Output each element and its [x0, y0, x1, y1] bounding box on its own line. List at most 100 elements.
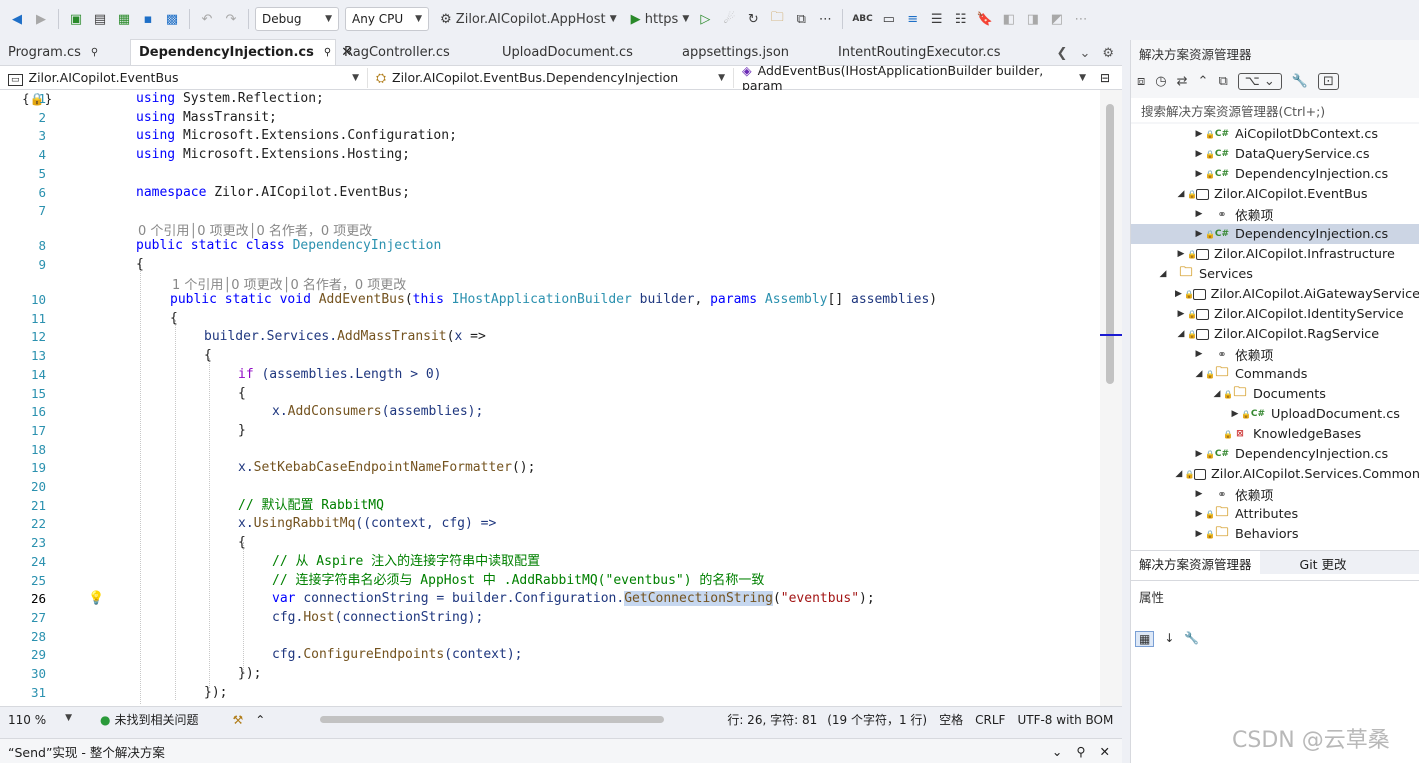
collapse-icon[interactable]: ◢ [1173, 469, 1184, 479]
add-item-icon[interactable]: ▦ [113, 7, 135, 31]
tree-item[interactable]: ◢🔒P Zilor.AICopilot.RagService [1131, 324, 1419, 344]
expand-icon[interactable]: ▶ [1193, 449, 1205, 459]
sync-icon[interactable]: ⇄ [1177, 74, 1188, 89]
prev-bookmark-icon[interactable]: ◧ [998, 7, 1020, 31]
expand-icon[interactable]: ▶ [1193, 129, 1205, 139]
pin-icon[interactable]: ⚲ [91, 47, 98, 58]
expand-icon[interactable]: ▶ [1193, 149, 1205, 159]
filter-icon[interactable]: ⌥ ⌄ [1237, 72, 1282, 90]
collapse-icon[interactable]: ◢ [1157, 269, 1169, 279]
tab-intentrouting[interactable]: IntentRoutingExecutor.cs [830, 39, 1001, 65]
new-file-icon[interactable]: ▤ [89, 7, 111, 31]
expand-icon[interactable]: ▶ [1175, 309, 1187, 319]
outdent-icon[interactable]: ☷ [950, 7, 972, 31]
member-dropdown[interactable]: ◈ AddEventBus(IHostApplicationBuilder bui… [734, 63, 1094, 93]
expand-icon[interactable]: ▶ [1193, 209, 1205, 219]
project-dropdown[interactable]: ▭ Zilor.AICopilot.EventBus ▼ [0, 67, 368, 88]
bookmark-icon[interactable]: 🔖 [974, 7, 996, 31]
tab-list-icon[interactable]: ⌄ [1079, 46, 1090, 61]
comment-icon[interactable]: ▭ [878, 7, 900, 31]
tree-item[interactable]: ◢ 🔒 🗀 Documents [1131, 384, 1419, 404]
collapse-icon[interactable]: ◢ [1193, 369, 1205, 379]
clear-bookmark-icon[interactable]: ◩ [1046, 7, 1068, 31]
type-dropdown[interactable]: ⛭ Zilor.AICopilot.EventBus.DependencyInje… [368, 67, 734, 88]
pin-icon[interactable]: ⚲ [1076, 744, 1085, 759]
expand-icon[interactable]: ▶ [1175, 249, 1187, 259]
save-icon[interactable]: ▪ [137, 7, 159, 31]
pin-icon[interactable]: ⚲ [324, 47, 331, 58]
tree-item[interactable]: ▶ 🔒 C# UploadDocument.cs [1131, 404, 1419, 424]
tab-dependency-injection[interactable]: DependencyInjection.cs ⚲ ✕ [130, 39, 352, 65]
tab-program[interactable]: Program.cs ⚲ [0, 39, 130, 65]
window-icon[interactable]: ⧉ [790, 7, 812, 31]
cleanup-icon[interactable]: ⚒ [233, 713, 244, 727]
tree-item[interactable]: ▶ 🔒 🗀 Attributes [1131, 504, 1419, 524]
startup-project-select[interactable]: ⚙ Zilor.AICopilot.AppHost ▼ [437, 7, 620, 31]
solution-search-input[interactable]: 搜索解决方案资源管理器(Ctrl+;) [1131, 98, 1419, 122]
tree-item[interactable]: ▶🔒P Zilor.AICopilot.AiGatewayService [1131, 284, 1419, 304]
tree-item[interactable]: ▶ 🔒 🗀 Behaviors [1131, 524, 1419, 544]
back-icon[interactable]: ◀ [6, 7, 28, 31]
configuration-select[interactable]: Debug ▼ [255, 7, 339, 31]
tree-item-selected[interactable]: ▶ 🔒 C# DependencyInjection.cs [1131, 224, 1419, 244]
line-ending[interactable]: CRLF [975, 713, 1005, 727]
toolbar-more-icon[interactable]: ⋯ [1070, 7, 1092, 31]
tree-item[interactable]: ▶ ⚭ 依赖项 [1131, 204, 1419, 224]
expand-icon[interactable]: ▶ [1193, 349, 1205, 359]
tree-item[interactable]: ▶ 🔒 C# DataQueryService.cs [1131, 144, 1419, 164]
collapse-all-icon[interactable]: ⌃ [1198, 74, 1209, 89]
tree-item[interactable]: 🔒 ⊠ KnowledgeBases [1131, 424, 1419, 444]
expand-icon[interactable]: ▶ [1193, 489, 1205, 499]
preview-icon[interactable]: ⊡ [1317, 72, 1339, 90]
wrench-icon[interactable]: 🔧 [1292, 74, 1308, 89]
solution-tree[interactable]: ▶ 🔒 C# AiCopilotDbContext.cs ▶ 🔒 C# DataQueryS… [1131, 124, 1419, 586]
issues-label[interactable]: 未找到相关问题 [114, 711, 198, 728]
start-without-debug-icon[interactable]: ▷ [694, 7, 716, 31]
collapse-icon[interactable]: ◢ [1175, 329, 1187, 339]
history-icon[interactable]: ◷ [1155, 74, 1166, 89]
tree-item[interactable]: ▶ ⚭ 依赖项 [1131, 344, 1419, 364]
code-editor[interactable]: {🔒} 1 using System.Reflection; 2 using Mas… [0, 90, 1122, 706]
chevron-up-icon[interactable]: ⌃ [255, 713, 265, 727]
horizontal-scroll-thumb[interactable] [320, 716, 664, 723]
new-project-icon[interactable]: ▣ [65, 7, 87, 31]
whitespace-mode[interactable]: 空格 [939, 711, 963, 728]
next-bookmark-icon[interactable]: ◨ [1022, 7, 1044, 31]
tree-item[interactable]: ▶ 🔒 C# DependencyInjection.cs [1131, 164, 1419, 184]
expand-icon[interactable]: ▶ [1173, 289, 1184, 299]
expand-icon[interactable]: ▶ [1193, 229, 1205, 239]
tab-git-changes[interactable]: Git 更改 [1292, 551, 1355, 575]
tab-ragcontroller[interactable]: RagController.cs [336, 39, 494, 65]
folder-search-icon[interactable]: 🗀 [766, 7, 788, 31]
tree-item[interactable]: ◢🔒P Zilor.AICopilot.Services.Common [1131, 464, 1419, 484]
close-icon[interactable]: ✕ [1100, 744, 1110, 759]
undo-icon[interactable]: ↶ [196, 7, 218, 31]
platform-select[interactable]: Any CPU ▼ [345, 7, 429, 31]
expand-icon[interactable]: ▶ [1193, 529, 1205, 539]
tree-item[interactable]: ▶ 🔒 C# DependencyInjection.cs [1131, 444, 1419, 464]
lightbulb-icon[interactable]: 💡 [88, 590, 104, 609]
tree-item[interactable]: ▶ ⚭ 依赖项 [1131, 484, 1419, 504]
chevron-down-icon[interactable]: ⌄ [1052, 744, 1062, 759]
expand-icon[interactable]: ▶ [1229, 409, 1241, 419]
chevron-left-icon[interactable]: ❮ [1057, 46, 1068, 61]
settings-icon[interactable]: ⚙ [1102, 46, 1114, 61]
tree-item[interactable]: ◢ 🗀 Services [1131, 264, 1419, 284]
tab-solution-explorer[interactable]: 解决方案资源管理器 [1131, 551, 1260, 575]
collapse-icon[interactable]: ◢ [1175, 189, 1187, 199]
refresh-icon[interactable]: ↻ [742, 7, 764, 31]
forward-icon[interactable]: ▶ [30, 7, 52, 31]
split-icon[interactable]: ⊟ [1094, 71, 1116, 85]
solution-icon[interactable]: ⧈ [1137, 74, 1145, 89]
tab-appsettings[interactable]: appsettings.json [674, 39, 830, 65]
cursor-position[interactable]: 行: 26, 字符: 81 [727, 711, 817, 728]
run-button[interactable]: ▶ https ▼ [628, 7, 693, 31]
hot-reload-icon[interactable]: ☄ [718, 7, 740, 31]
spellcheck-icon[interactable]: ABC [849, 7, 875, 31]
tree-item[interactable]: ◢ 🔒 🗀 Commands [1131, 364, 1419, 384]
format-icon[interactable]: ≡ [902, 7, 924, 31]
more-icon[interactable]: ⋯ [814, 7, 836, 31]
tree-item[interactable]: ◢🔒P Zilor.AICopilot.EventBus [1131, 184, 1419, 204]
file-encoding[interactable]: UTF-8 with BOM [1017, 713, 1113, 727]
tab-uploaddocument[interactable]: UploadDocument.cs [494, 39, 674, 65]
